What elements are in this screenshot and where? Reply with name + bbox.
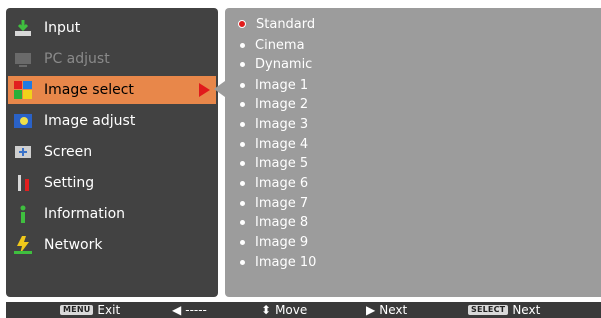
move-hint: ⬍ Move xyxy=(261,303,308,317)
information-icon xyxy=(12,203,34,225)
menu-item-screen[interactable]: Screen xyxy=(8,138,216,166)
image-select-icon xyxy=(12,79,34,101)
menu-item-image-select[interactable]: Image select xyxy=(8,76,216,104)
bullet-icon xyxy=(240,82,245,88)
option-image-4[interactable]: Image 4 xyxy=(238,135,308,153)
back-hint: ◀ ----- xyxy=(172,303,207,317)
menu-item-input[interactable]: Input xyxy=(8,14,216,42)
bullet-icon xyxy=(240,219,245,225)
option-image-3[interactable]: Image 3 xyxy=(238,115,308,133)
bullet-icon xyxy=(240,160,245,166)
option-image-9[interactable]: Image 9 xyxy=(238,233,308,251)
menu-item-information[interactable]: Information xyxy=(8,200,216,228)
selected-arrow-icon xyxy=(199,83,210,97)
option-image-1[interactable]: Image 1 xyxy=(238,76,308,94)
next-hint: ▶ Next xyxy=(366,303,408,317)
option-image-8[interactable]: Image 8 xyxy=(238,213,308,231)
selected-radio-icon xyxy=(238,20,246,28)
select-key-icon: SELECT xyxy=(468,305,509,315)
exit-hint: MENU Exit xyxy=(60,303,120,317)
pc-adjust-icon xyxy=(12,48,34,70)
option-image-10[interactable]: Image 10 xyxy=(238,253,316,271)
input-icon xyxy=(12,17,34,39)
option-image-5[interactable]: Image 5 xyxy=(238,154,308,172)
menu-item-image-adjust[interactable]: Image adjust xyxy=(8,107,216,135)
up-down-arrow-icon: ⬍ xyxy=(261,303,272,317)
bullet-icon xyxy=(240,101,245,107)
main-menu: Input PC adjust Image select Image adjus… xyxy=(6,8,218,297)
bullet-icon xyxy=(240,239,245,245)
panel-pointer xyxy=(214,81,225,97)
menu-item-setting[interactable]: Setting xyxy=(8,169,216,197)
bullet-icon xyxy=(240,259,245,265)
right-arrow-icon: ▶ xyxy=(366,303,376,317)
bullet-icon xyxy=(240,141,245,147)
menu-item-label: Screen xyxy=(44,144,93,160)
screen-icon xyxy=(12,141,34,163)
bullet-icon xyxy=(240,61,245,67)
bullet-icon xyxy=(240,180,245,186)
option-image-2[interactable]: Image 2 xyxy=(238,95,308,113)
menu-item-network[interactable]: Network xyxy=(8,231,216,259)
menu-item-label: Image select xyxy=(44,82,134,98)
menu-item-pc-adjust[interactable]: PC adjust xyxy=(8,45,216,73)
option-standard[interactable]: Standard xyxy=(238,15,315,33)
menu-item-label: Setting xyxy=(44,175,95,191)
image-adjust-icon xyxy=(12,110,34,132)
bullet-icon xyxy=(240,200,245,206)
setting-icon xyxy=(12,172,34,194)
menu-item-label: Information xyxy=(44,206,126,222)
menu-item-label: Image adjust xyxy=(44,113,136,129)
select-next-hint: SELECT Next xyxy=(468,303,540,317)
menu-key-icon: MENU xyxy=(60,305,94,315)
option-image-6[interactable]: Image 6 xyxy=(238,174,308,192)
network-icon xyxy=(12,234,34,256)
option-cinema[interactable]: Cinema xyxy=(238,36,305,54)
option-dynamic[interactable]: Dynamic xyxy=(238,55,312,73)
bullet-icon xyxy=(240,42,245,48)
image-select-options-panel: Standard Cinema Dynamic Image 1 Image 2 … xyxy=(225,8,601,297)
menu-item-label: PC adjust xyxy=(44,51,110,67)
bullet-icon xyxy=(240,121,245,127)
menu-item-label: Input xyxy=(44,20,81,36)
left-arrow-icon: ◀ xyxy=(172,303,182,317)
option-image-7[interactable]: Image 7 xyxy=(238,194,308,212)
menu-item-label: Network xyxy=(44,237,103,253)
